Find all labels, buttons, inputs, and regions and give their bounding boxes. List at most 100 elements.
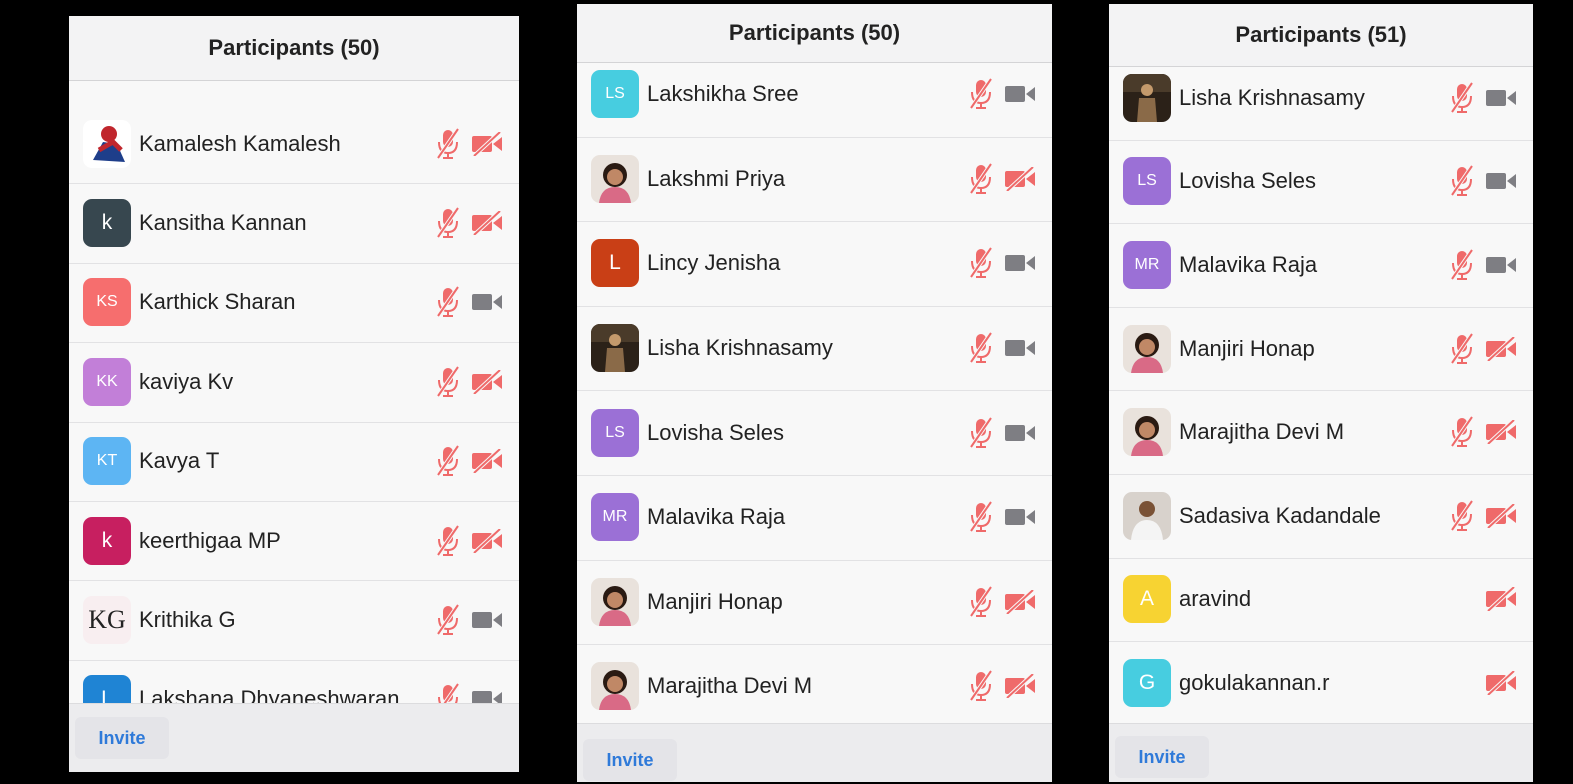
participant-name: Malavika Raja xyxy=(1179,251,1318,277)
participant-list[interactable]: Lisha Krishnasamy LS Lovisha Seles MR Malavi… xyxy=(1109,56,1533,726)
mic-muted-icon xyxy=(1449,332,1475,370)
mic-muted-icon xyxy=(968,416,994,454)
mic-muted-icon xyxy=(1449,248,1475,286)
participant-list[interactable]: Kamalesh Kamalesh k Kansitha Kannan KS Karth… xyxy=(69,104,519,741)
mic-muted-icon xyxy=(435,365,461,403)
participant-row[interactable]: KT Kavya T xyxy=(69,422,519,502)
participant-name: Manjiri Honap xyxy=(647,588,783,614)
mic-muted-icon xyxy=(968,78,994,115)
participant-row[interactable]: k keerthigaa MP xyxy=(69,501,519,582)
mic-muted-icon xyxy=(1449,165,1475,202)
participant-name: Kansitha Kannan xyxy=(139,210,307,236)
participant-avatar: A xyxy=(1123,575,1171,624)
participant-avatar: LS xyxy=(591,70,639,119)
participant-row[interactable]: Lisha Krishnasamy xyxy=(1109,56,1533,141)
participant-avatar: LS xyxy=(591,408,639,457)
woman-photo-avatar xyxy=(1123,408,1171,457)
mic-muted-icon xyxy=(968,585,994,623)
woman-photo-avatar xyxy=(591,662,639,711)
participant-name: Marajitha Devi M xyxy=(1179,419,1345,445)
participant-row[interactable]: k Kansitha Kannan xyxy=(69,183,519,264)
participant-name: Sadasiva Kadandale xyxy=(1179,502,1381,528)
video-off-icon xyxy=(1004,673,1036,703)
video-camera-icon xyxy=(471,290,503,319)
mic-muted-icon xyxy=(1449,499,1475,537)
invite-button[interactable]: Invite xyxy=(583,739,677,781)
participant-row[interactable]: Manjiri Honap xyxy=(1109,307,1533,392)
mic-muted-icon xyxy=(968,501,994,538)
invite-button[interactable]: Invite xyxy=(75,717,169,759)
participant-name: Kamalesh Kamalesh xyxy=(139,130,341,156)
avatar-initials: LS xyxy=(605,423,625,441)
participant-row[interactable]: MR Malavika Raja xyxy=(1109,223,1533,308)
video-camera-icon xyxy=(1004,421,1036,450)
video-off-icon xyxy=(1004,588,1036,619)
avatar-initials: A xyxy=(1139,587,1154,611)
participant-row[interactable]: Marajitha Devi M xyxy=(577,644,1052,730)
mic-muted-icon xyxy=(968,162,994,200)
participants-panel-1: Participants (50) Kamalesh Kamalesh k Kansi… xyxy=(69,16,519,772)
video-camera-icon xyxy=(1004,251,1036,280)
participant-avatar: L xyxy=(591,239,639,288)
video-off-icon xyxy=(1004,165,1036,196)
woman-photo-avatar xyxy=(1123,324,1171,373)
video-off-icon xyxy=(1485,669,1517,700)
kg-logo-text: KG xyxy=(88,605,126,635)
warrior-photo-avatar xyxy=(1123,73,1171,122)
participant-row[interactable]: Manjiri Honap xyxy=(577,560,1052,646)
participant-row[interactable]: Ggokulakannan.r xyxy=(1109,641,1533,726)
video-camera-icon xyxy=(1004,505,1036,534)
participant-row[interactable]: LS Lovisha Seles xyxy=(1109,140,1533,225)
woman-photo-avatar xyxy=(591,577,639,626)
participant-name: Karthick Sharan xyxy=(139,289,296,315)
mic-muted-icon xyxy=(435,286,461,323)
participant-name: gokulakannan.r xyxy=(1179,669,1330,695)
participant-row[interactable]: KK kaviya Kv xyxy=(69,342,519,423)
participant-row[interactable]: MR Malavika Raja xyxy=(577,475,1052,561)
video-off-icon xyxy=(471,130,503,161)
participant-row[interactable]: KS Karthick Sharan xyxy=(69,263,519,344)
participant-avatar: G xyxy=(1123,658,1171,707)
participant-row[interactable]: KG Krithika G xyxy=(69,580,519,661)
invite-button[interactable]: Invite xyxy=(1115,736,1209,778)
video-camera-icon xyxy=(471,608,503,637)
participant-row[interactable]: Kamalesh Kamalesh xyxy=(69,104,519,185)
participant-avatar: MR xyxy=(591,493,639,542)
avatar-initials: L xyxy=(609,251,621,275)
participant-name: keerthigaa MP xyxy=(139,527,281,553)
participants-panel-2: Participants (50) LS Lakshikha Sree Lakshmi… xyxy=(577,4,1052,782)
mic-muted-icon xyxy=(435,445,461,482)
video-camera-icon xyxy=(1485,169,1517,198)
participant-list[interactable]: LS Lakshikha Sree Lakshmi Priya L Lincy Jeni… xyxy=(577,52,1052,730)
mic-muted-icon xyxy=(435,206,461,244)
video-camera-icon xyxy=(1485,253,1517,282)
video-off-icon xyxy=(1485,335,1517,366)
participant-row[interactable]: Lisha Krishnasamy xyxy=(577,306,1052,392)
participant-name: aravind xyxy=(1179,586,1252,612)
participant-row[interactable]: L Lincy Jenisha xyxy=(577,221,1052,307)
video-off-icon xyxy=(471,368,503,399)
participant-avatar: KK xyxy=(83,357,131,406)
mic-muted-icon xyxy=(1449,416,1475,453)
panel-title: Participants (50) xyxy=(208,35,380,60)
participant-row[interactable]: Lakshmi Priya xyxy=(577,137,1052,223)
participant-name: Lovisha Seles xyxy=(647,419,784,445)
video-off-icon xyxy=(1485,418,1517,449)
avatar-initials: k xyxy=(101,528,113,552)
participant-name: kaviya Kv xyxy=(139,368,234,394)
participant-avatar: KG xyxy=(83,596,131,645)
participant-row[interactable]: Marajitha Devi M xyxy=(1109,390,1533,475)
mic-muted-icon xyxy=(968,331,994,369)
participant-row[interactable]: Sadasiva Kadandale xyxy=(1109,474,1533,559)
participant-name: Marajitha Devi M xyxy=(647,673,813,699)
video-camera-icon xyxy=(1485,86,1517,115)
participant-row[interactable]: LS Lakshikha Sree xyxy=(577,52,1052,138)
participant-row[interactable]: Aaravind xyxy=(1109,558,1533,643)
avatar-initials: MR xyxy=(1134,255,1160,273)
panel-footer: Invite xyxy=(69,703,519,772)
participant-avatar: k xyxy=(83,516,131,565)
participant-name: Malavika Raja xyxy=(647,504,786,530)
participant-row[interactable]: LS Lovisha Seles xyxy=(577,390,1052,476)
mic-muted-icon xyxy=(1449,81,1475,119)
man-photo-avatar xyxy=(1123,491,1171,540)
